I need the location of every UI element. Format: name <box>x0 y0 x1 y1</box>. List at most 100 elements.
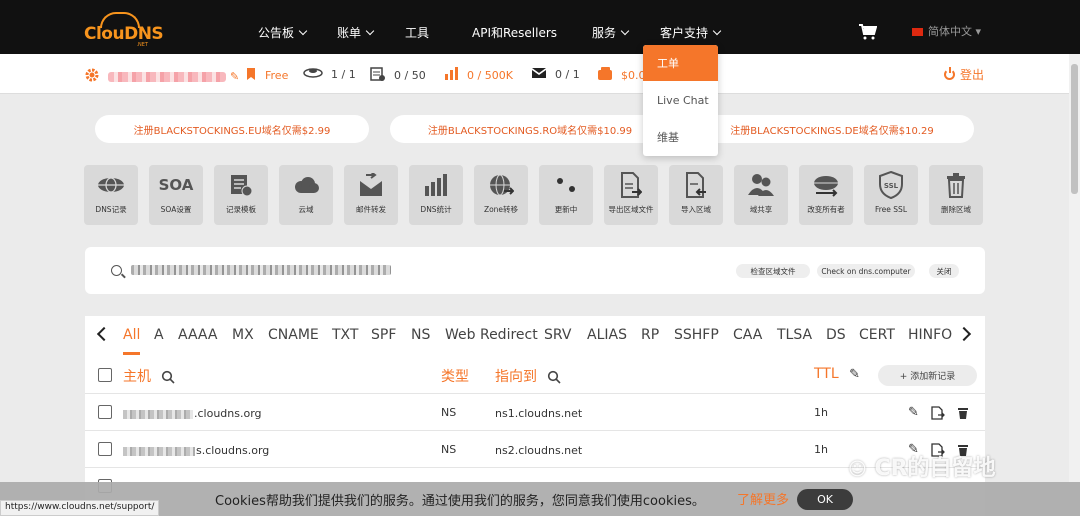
tool-updating[interactable]: 更新中 <box>539 165 593 225</box>
menu-item-live-chat[interactable]: Live Chat <box>643 82 718 118</box>
host-blurred <box>123 446 195 456</box>
nav-support[interactable]: 客户支持 <box>660 24 722 41</box>
nav-bulletin[interactable]: 公告板 <box>258 24 308 41</box>
language-selector[interactable]: 简体中文 ▾ <box>912 23 981 39</box>
check-zone-file-button[interactable]: 检查区域文件 <box>736 264 810 278</box>
learn-more-link[interactable]: 了解更多 <box>737 489 789 508</box>
scrollbar-thumb[interactable] <box>1071 64 1078 194</box>
queries-usage[interactable]: 0 / 500K <box>444 67 513 83</box>
plan-status[interactable]: Free <box>245 67 288 84</box>
bar-chart-icon <box>444 67 459 83</box>
tool-mail-forwarding[interactable]: 邮件转发 <box>344 165 398 225</box>
logout-button[interactable]: 登出 <box>944 66 984 83</box>
tab-aaaa[interactable]: AAAA <box>178 327 217 343</box>
support-dropdown-menu: 工单 Live Chat 维基 <box>643 45 718 156</box>
zone-name-blurred <box>131 265 391 275</box>
tab-alias[interactable]: ALIAS <box>587 327 627 343</box>
tool-domain-sharing[interactable]: 域共享 <box>734 165 788 225</box>
tool-soa-settings[interactable]: SOA SOA设置 <box>149 165 203 225</box>
records-count: 0 / 50 <box>370 67 426 84</box>
nav-api-resellers[interactable]: API和Resellers <box>472 24 557 41</box>
host-column-header[interactable]: 主机 <box>123 366 176 386</box>
tab-all[interactable]: All <box>123 327 140 343</box>
tool-dns-statistics[interactable]: DNS统计 <box>409 165 463 225</box>
tool-zone-transfer[interactable]: Zone转移 <box>474 165 528 225</box>
tool-change-owner[interactable]: 改变所有者 <box>799 165 853 225</box>
tab-spf[interactable]: SPF <box>371 327 396 343</box>
tab-mx[interactable]: MX <box>232 327 254 343</box>
cloudns-logo[interactable]: ClouDNS .NET <box>84 12 164 48</box>
account-balance[interactable]: $0.0 <box>597 67 646 84</box>
ssl-glyph: SSL <box>884 182 899 190</box>
tab-txt[interactable]: TXT <box>332 327 358 343</box>
soa-icon: SOA <box>158 176 194 194</box>
export-file-icon[interactable] <box>931 406 945 420</box>
tool-record-templates[interactable]: 记录模板 <box>214 165 268 225</box>
menu-item-ticket[interactable]: 工单 <box>643 45 718 81</box>
edit-pencil-icon[interactable]: ✎ <box>849 367 860 382</box>
chevron-right-icon[interactable] <box>956 326 972 342</box>
tab-srv[interactable]: SRV <box>544 327 571 343</box>
record-type-tabs: All A AAAA MX CNAME TXT SPF NS Web Redir… <box>85 316 985 357</box>
row-divider <box>85 430 985 431</box>
tool-free-ssl[interactable]: SSL Free SSL <box>864 165 918 225</box>
tab-sshfp[interactable]: SSHFP <box>674 327 719 343</box>
promo-banner-eu[interactable]: 注册BLACKSTOCKINGS.EU域名仅需$2.99 <box>95 115 369 143</box>
type-column-header[interactable]: 类型 <box>441 366 469 386</box>
host-blurred <box>123 409 193 419</box>
menu-item-wiki[interactable]: 维基 <box>643 119 718 155</box>
tab-hinfo[interactable]: HINFO <box>908 327 952 343</box>
records-icon <box>370 67 386 84</box>
active-tab-indicator <box>123 352 140 355</box>
edit-pencil-icon: ✎ <box>230 70 240 83</box>
edit-pencil-icon[interactable]: ✎ <box>908 405 919 420</box>
tool-export-zone-file[interactable]: 导出区域文件 <box>604 165 658 225</box>
close-button[interactable]: 关闭 <box>929 264 959 278</box>
nav-services[interactable]: 服务 <box>592 24 630 41</box>
zone-disk-icon <box>303 67 323 82</box>
search-icon[interactable] <box>547 370 562 384</box>
tab-ns[interactable]: NS <box>411 327 430 343</box>
tab-cert[interactable]: CERT <box>859 327 895 343</box>
nav-billing[interactable]: 账单 <box>337 24 375 41</box>
tab-rp[interactable]: RP <box>641 327 659 343</box>
select-all-checkbox[interactable] <box>98 368 112 382</box>
search-icon[interactable] <box>161 370 176 384</box>
tab-web-redirect[interactable]: Web Redirect <box>445 327 538 343</box>
points-to-column-header[interactable]: 指向到 <box>495 366 562 386</box>
nav-tools[interactable]: 工具 <box>405 24 429 41</box>
points-to-cell: ns1.cloudns.net <box>495 407 583 420</box>
row-checkbox[interactable] <box>98 405 112 419</box>
tab-ds[interactable]: DS <box>826 327 846 343</box>
import-file-icon <box>682 171 710 199</box>
search-icon[interactable] <box>111 265 122 276</box>
mail-forward-icon <box>357 171 385 199</box>
account-settings[interactable]: ✎ <box>84 67 239 86</box>
promo-banner-de[interactable]: 注册BLACKSTOCKINGS.DE域名仅需$10.29 <box>690 115 974 143</box>
trash-icon[interactable] <box>957 406 969 420</box>
tab-a[interactable]: A <box>154 327 164 343</box>
tool-cloud-domains[interactable]: 云域 <box>279 165 333 225</box>
tab-cname[interactable]: CNAME <box>268 327 319 343</box>
tool-import-zone[interactable]: 导入区域 <box>669 165 723 225</box>
cookie-ok-button[interactable]: OK <box>797 489 853 510</box>
add-record-button[interactable]: + 添加新记录 <box>878 365 977 386</box>
zones-count: 1 / 1 <box>303 67 356 82</box>
row-divider <box>85 393 985 394</box>
row-checkbox[interactable] <box>98 442 112 456</box>
globe-icon <box>97 171 125 199</box>
tab-caa[interactable]: CAA <box>733 327 762 343</box>
chevron-down-icon <box>712 26 722 36</box>
cloud-icon <box>292 171 320 199</box>
page-scrollbar[interactable] <box>1069 54 1080 516</box>
type-cell: NS <box>441 406 457 419</box>
promo-banner-ro[interactable]: 注册BLACKSTOCKINGS.RO域名仅需$10.99 <box>390 115 670 143</box>
tool-delete-zone[interactable]: 删除区域 <box>929 165 983 225</box>
watermark: ☺ CR的自留地 <box>848 456 996 481</box>
tool-dns-records[interactable]: DNS记录 <box>84 165 138 225</box>
tab-tlsa[interactable]: TLSA <box>777 327 812 343</box>
cart-icon[interactable] <box>859 24 877 40</box>
ttl-column-header[interactable]: TTL ✎ <box>814 366 860 382</box>
check-dns-computer-button[interactable]: Check on dns.computer <box>817 264 915 278</box>
chevron-left-icon[interactable] <box>96 326 112 342</box>
